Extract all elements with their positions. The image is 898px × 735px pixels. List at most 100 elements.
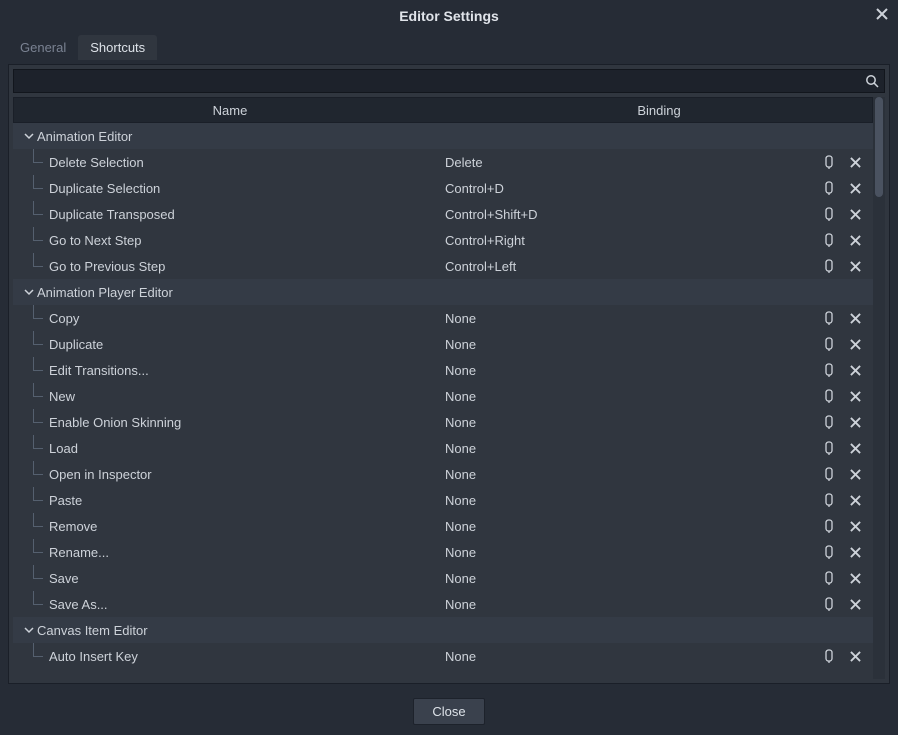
shortcut-row[interactable]: Go to Next StepControl+Right: [13, 227, 873, 253]
shortcut-row[interactable]: Go to Previous StepControl+Left: [13, 253, 873, 279]
shortcut-name: Remove: [47, 519, 445, 534]
shortcut-row[interactable]: Open in InspectorNone: [13, 461, 873, 487]
row-actions: [821, 570, 873, 586]
clear-shortcut-icon[interactable]: [847, 388, 863, 404]
clear-shortcut-icon[interactable]: [847, 440, 863, 456]
shortcut-binding: None: [445, 337, 821, 352]
clear-shortcut-icon[interactable]: [847, 336, 863, 352]
shortcut-row[interactable]: Delete SelectionDelete: [13, 149, 873, 175]
shortcut-name: Edit Transitions...: [47, 363, 445, 378]
clear-shortcut-icon[interactable]: [847, 232, 863, 248]
search-row: [13, 69, 885, 93]
edit-shortcut-icon[interactable]: [821, 310, 837, 326]
shortcut-name: Go to Next Step: [47, 233, 445, 248]
clear-shortcut-icon[interactable]: [847, 518, 863, 534]
edit-shortcut-icon[interactable]: [821, 570, 837, 586]
clear-shortcut-icon[interactable]: [847, 544, 863, 560]
group-label: Canvas Item Editor: [37, 623, 148, 638]
tree-branch-icon: [29, 487, 47, 513]
clear-shortcut-icon[interactable]: [847, 648, 863, 664]
shortcut-row[interactable]: SaveNone: [13, 565, 873, 591]
shortcut-row[interactable]: DuplicateNone: [13, 331, 873, 357]
edit-shortcut-icon[interactable]: [821, 232, 837, 248]
edit-shortcut-icon[interactable]: [821, 466, 837, 482]
shortcut-row[interactable]: Enable Onion SkinningNone: [13, 409, 873, 435]
row-actions: [821, 388, 873, 404]
edit-shortcut-icon[interactable]: [821, 206, 837, 222]
clear-shortcut-icon[interactable]: [847, 206, 863, 222]
edit-shortcut-icon[interactable]: [821, 596, 837, 612]
row-actions: [821, 544, 873, 560]
shortcut-binding: None: [445, 363, 821, 378]
tree-branch-icon: [29, 331, 47, 357]
close-button[interactable]: Close: [413, 698, 484, 725]
edit-shortcut-icon[interactable]: [821, 362, 837, 378]
tree-branch-icon: [29, 305, 47, 331]
row-actions: [821, 492, 873, 508]
tab-general[interactable]: General: [8, 35, 78, 60]
shortcut-row[interactable]: Rename...None: [13, 539, 873, 565]
shortcut-group[interactable]: Animation Player Editor: [13, 279, 873, 305]
shortcut-row[interactable]: CopyNone: [13, 305, 873, 331]
shortcut-name: Rename...: [47, 545, 445, 560]
shortcut-group[interactable]: Canvas Item Editor: [13, 617, 873, 643]
row-actions: [821, 154, 873, 170]
edit-shortcut-icon[interactable]: [821, 544, 837, 560]
shortcut-row[interactable]: Duplicate TransposedControl+Shift+D: [13, 201, 873, 227]
edit-shortcut-icon[interactable]: [821, 518, 837, 534]
close-icon[interactable]: [876, 8, 888, 20]
tree-branch-icon: [29, 461, 47, 487]
tree-branch-icon: [29, 149, 47, 175]
row-actions: [821, 258, 873, 274]
shortcut-row[interactable]: Auto Insert KeyNone: [13, 643, 873, 669]
clear-shortcut-icon[interactable]: [847, 466, 863, 482]
clear-shortcut-icon[interactable]: [847, 492, 863, 508]
edit-shortcut-icon[interactable]: [821, 258, 837, 274]
clear-shortcut-icon[interactable]: [847, 414, 863, 430]
shortcut-row[interactable]: PasteNone: [13, 487, 873, 513]
edit-shortcut-icon[interactable]: [821, 414, 837, 430]
clear-shortcut-icon[interactable]: [847, 258, 863, 274]
clear-shortcut-icon[interactable]: [847, 180, 863, 196]
shortcut-binding: None: [445, 467, 821, 482]
edit-shortcut-icon[interactable]: [821, 336, 837, 352]
shortcut-row[interactable]: NewNone: [13, 383, 873, 409]
chevron-down-icon: [23, 624, 35, 636]
edit-shortcut-icon[interactable]: [821, 180, 837, 196]
edit-shortcut-icon[interactable]: [821, 492, 837, 508]
scrollbar-thumb[interactable]: [875, 97, 883, 197]
shortcut-name: Enable Onion Skinning: [47, 415, 445, 430]
shortcut-row[interactable]: Save As...None: [13, 591, 873, 617]
row-actions: [821, 310, 873, 326]
clear-shortcut-icon[interactable]: [847, 570, 863, 586]
clear-shortcut-icon[interactable]: [847, 362, 863, 378]
tree-branch-icon: [29, 539, 47, 565]
shortcut-binding: None: [445, 597, 821, 612]
tab-shortcuts[interactable]: Shortcuts: [78, 35, 157, 60]
shortcut-group[interactable]: Animation Editor: [13, 123, 873, 149]
shortcut-row[interactable]: RemoveNone: [13, 513, 873, 539]
search-icon[interactable]: [860, 70, 884, 92]
dialog-footer: Close: [0, 692, 898, 735]
shortcut-binding: None: [445, 519, 821, 534]
shortcut-row[interactable]: LoadNone: [13, 435, 873, 461]
edit-shortcut-icon[interactable]: [821, 388, 837, 404]
chevron-down-icon: [23, 130, 35, 142]
row-actions: [821, 336, 873, 352]
edit-shortcut-icon[interactable]: [821, 440, 837, 456]
clear-shortcut-icon[interactable]: [847, 310, 863, 326]
tree-branch-icon: [29, 383, 47, 409]
edit-shortcut-icon[interactable]: [821, 154, 837, 170]
shortcut-binding: None: [445, 415, 821, 430]
clear-shortcut-icon[interactable]: [847, 596, 863, 612]
title-bar: Editor Settings: [0, 0, 898, 33]
row-actions: [821, 206, 873, 222]
row-actions: [821, 518, 873, 534]
edit-shortcut-icon[interactable]: [821, 648, 837, 664]
scrollbar[interactable]: [873, 97, 885, 679]
search-input[interactable]: [14, 70, 860, 92]
clear-shortcut-icon[interactable]: [847, 154, 863, 170]
row-actions: [821, 596, 873, 612]
shortcut-row[interactable]: Edit Transitions...None: [13, 357, 873, 383]
shortcut-row[interactable]: Duplicate SelectionControl+D: [13, 175, 873, 201]
